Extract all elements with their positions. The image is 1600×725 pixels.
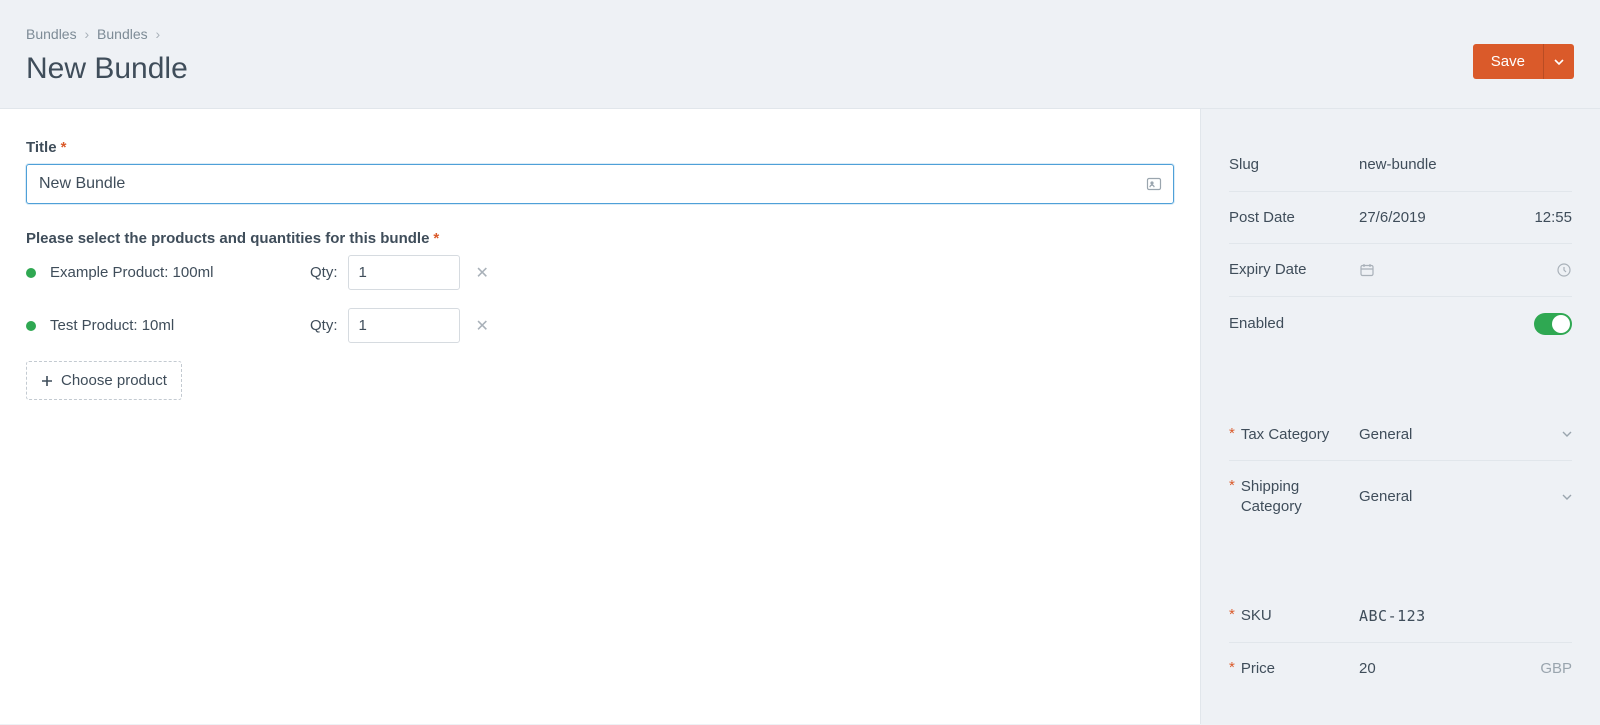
- clock-icon[interactable]: [1556, 262, 1572, 278]
- qty-label: Qty:: [310, 264, 338, 281]
- qty-input[interactable]: [348, 308, 460, 343]
- page-title: New Bundle: [26, 52, 188, 86]
- product-row: Test Product: 10ml Qty: ✕: [26, 308, 1174, 343]
- price-currency: GBP: [1540, 660, 1572, 677]
- required-icon: *: [1229, 425, 1235, 442]
- title-label: Title*: [26, 139, 1174, 156]
- chevron-down-icon: [1562, 429, 1572, 439]
- required-icon: *: [61, 139, 67, 156]
- contact-card-icon[interactable]: [1146, 176, 1162, 192]
- qty-label: Qty:: [310, 317, 338, 334]
- required-icon: *: [433, 230, 439, 247]
- price-value[interactable]: 20: [1359, 660, 1376, 677]
- products-label: Please select the products and quantitie…: [26, 230, 1174, 247]
- remove-icon[interactable]: ✕: [476, 316, 489, 336]
- postdate-label: Post Date: [1229, 208, 1295, 228]
- breadcrumb: Bundles › Bundles ›: [26, 26, 188, 42]
- product-name[interactable]: Example Product: 100ml: [50, 264, 310, 281]
- sku-label: SKU: [1241, 606, 1272, 626]
- price-label: Price: [1241, 659, 1275, 679]
- save-button-group: Save: [1473, 44, 1574, 79]
- shipping-category-label: Shipping Category: [1241, 477, 1359, 516]
- slug-value[interactable]: new-bundle: [1359, 156, 1437, 173]
- save-button[interactable]: Save: [1473, 44, 1543, 79]
- chevron-down-icon: [1562, 492, 1572, 502]
- chevron-right-icon: ›: [84, 26, 89, 42]
- sidebar: Slug new-bundle Post Date 27/6/2019 12:5…: [1200, 109, 1600, 724]
- enabled-label: Enabled: [1229, 314, 1284, 334]
- required-icon: *: [1229, 659, 1235, 676]
- page-header: Bundles › Bundles › New Bundle Save: [0, 0, 1600, 109]
- breadcrumb-link-2[interactable]: Bundles: [97, 26, 148, 42]
- expiry-label: Expiry Date: [1229, 260, 1307, 280]
- save-dropdown-button[interactable]: [1543, 44, 1574, 79]
- calendar-icon[interactable]: [1359, 262, 1375, 278]
- choose-product-button[interactable]: Choose product: [26, 361, 182, 400]
- remove-icon[interactable]: ✕: [476, 263, 489, 283]
- chevron-down-icon: [1554, 57, 1564, 67]
- chevron-right-icon: ›: [156, 26, 161, 42]
- main-content: Title* Please select the products and qu…: [0, 109, 1200, 724]
- product-name[interactable]: Test Product: 10ml: [50, 317, 310, 334]
- plus-icon: [41, 375, 53, 387]
- qty-input[interactable]: [348, 255, 460, 290]
- required-icon: *: [1229, 477, 1235, 494]
- postdate-time[interactable]: 12:55: [1534, 209, 1572, 226]
- product-row: Example Product: 100ml Qty: ✕: [26, 255, 1174, 290]
- status-dot-icon: [26, 268, 36, 278]
- breadcrumb-link-1[interactable]: Bundles: [26, 26, 77, 42]
- shipping-category-select[interactable]: General: [1359, 488, 1572, 505]
- status-dot-icon: [26, 321, 36, 331]
- tax-category-label: Tax Category: [1241, 425, 1329, 445]
- required-icon: *: [1229, 606, 1235, 623]
- title-input[interactable]: [26, 164, 1174, 204]
- slug-label: Slug: [1229, 155, 1259, 175]
- enabled-toggle[interactable]: [1534, 313, 1572, 335]
- tax-category-select[interactable]: General: [1359, 426, 1572, 443]
- sku-value[interactable]: ABC-123: [1359, 607, 1426, 625]
- postdate-date[interactable]: 27/6/2019: [1359, 209, 1426, 226]
